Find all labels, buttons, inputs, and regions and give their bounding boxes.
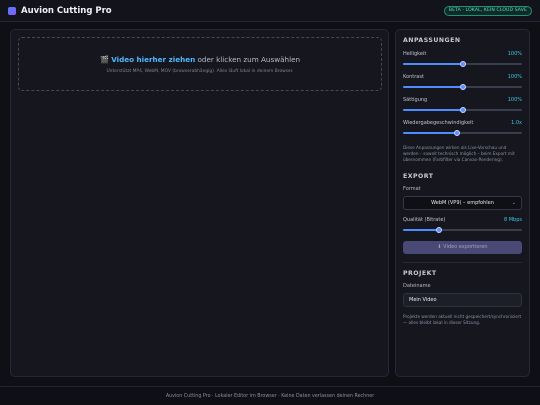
dropzone-strong-text: Video hierher ziehen bbox=[111, 55, 196, 64]
app-title: Auvion Cutting Pro bbox=[21, 5, 112, 16]
adjustments-title: ANPASSUNGEN bbox=[403, 37, 461, 44]
panel-divider bbox=[403, 261, 522, 263]
app-logo bbox=[8, 6, 16, 15]
dropzone-rest-text: oder klicken zum Auswählen bbox=[195, 55, 301, 64]
filename-input[interactable]: Mein Video bbox=[403, 292, 522, 307]
brightness-slider-thumb[interactable] bbox=[459, 61, 466, 67]
export-video-button[interactable]: ⬇ Video exportieren bbox=[403, 240, 522, 254]
saturation-row: Sättigung 100% bbox=[403, 97, 522, 103]
saturation-label: Sättigung bbox=[403, 97, 428, 103]
speed-slider[interactable] bbox=[403, 130, 522, 136]
brightness-label: Helligkeit bbox=[403, 51, 427, 57]
brightness-row: Helligkeit 100% bbox=[403, 51, 522, 57]
app-header: Auvion Cutting Pro BETA · LOKAL, KEIN CL… bbox=[0, 0, 540, 22]
quality-value: 8 Mbps bbox=[503, 216, 522, 223]
format-label: Format bbox=[403, 185, 421, 192]
contrast-slider-thumb[interactable] bbox=[459, 84, 466, 90]
speed-value: 1.0x bbox=[511, 120, 522, 126]
speed-label: Wiedergabegeschwindigkeit bbox=[403, 120, 474, 126]
project-title: PROJEKT bbox=[403, 269, 437, 277]
project-note: Projekte werden aktuell nicht gespeicher… bbox=[403, 313, 522, 325]
saturation-slider-thumb[interactable] bbox=[459, 107, 466, 113]
chevron-down-icon: ⌄ bbox=[511, 199, 516, 206]
contrast-row: Kontrast 100% bbox=[403, 74, 522, 80]
settings-panel: ANPASSUNGEN Helligkeit 100% Kontrast 100… bbox=[395, 29, 530, 377]
speed-row: Wiedergabegeschwindigkeit 1.0x bbox=[403, 120, 522, 126]
dropzone-subtitle: Unterstützt MP4, WebM, MOV (browserabhän… bbox=[106, 69, 294, 74]
video-workspace: 🎬 Video hierher ziehen oder klicken zum … bbox=[10, 29, 389, 377]
saturation-value: 100% bbox=[507, 97, 522, 103]
speed-slider-thumb[interactable] bbox=[453, 130, 460, 136]
quality-slider[interactable] bbox=[403, 226, 522, 233]
video-dropzone[interactable]: 🎬 Video hierher ziehen oder klicken zum … bbox=[18, 37, 382, 91]
contrast-label: Kontrast bbox=[403, 74, 424, 80]
format-select-value: WebM (VP9) – empfohlen bbox=[431, 199, 494, 206]
quality-slider-thumb[interactable] bbox=[435, 226, 442, 233]
brightness-value: 100% bbox=[507, 51, 522, 57]
quality-row: Qualität (Bitrate) 8 Mbps bbox=[403, 217, 522, 223]
page-footer: Auvion Cutting Pro · Lokaler Editor im B… bbox=[0, 386, 540, 405]
contrast-slider[interactable] bbox=[403, 84, 522, 90]
filename-label: Dateiname bbox=[403, 282, 431, 289]
quality-label: Qualität (Bitrate) bbox=[403, 216, 446, 223]
beta-badge: BETA · LOKAL, KEIN CLOUD SAVE bbox=[443, 6, 532, 16]
adjustments-note: Diese Anpassungen wirken als Live-Vorsch… bbox=[403, 145, 515, 163]
export-title: EXPORT bbox=[403, 172, 434, 180]
contrast-value: 100% bbox=[507, 74, 522, 80]
film-icon: 🎬 bbox=[99, 55, 109, 64]
brightness-slider[interactable] bbox=[403, 61, 522, 67]
saturation-slider[interactable] bbox=[403, 107, 522, 113]
dropzone-headline: 🎬 Video hierher ziehen oder klicken zum … bbox=[19, 55, 381, 64]
format-select[interactable]: WebM (VP9) – empfohlen ⌄ bbox=[403, 195, 522, 210]
